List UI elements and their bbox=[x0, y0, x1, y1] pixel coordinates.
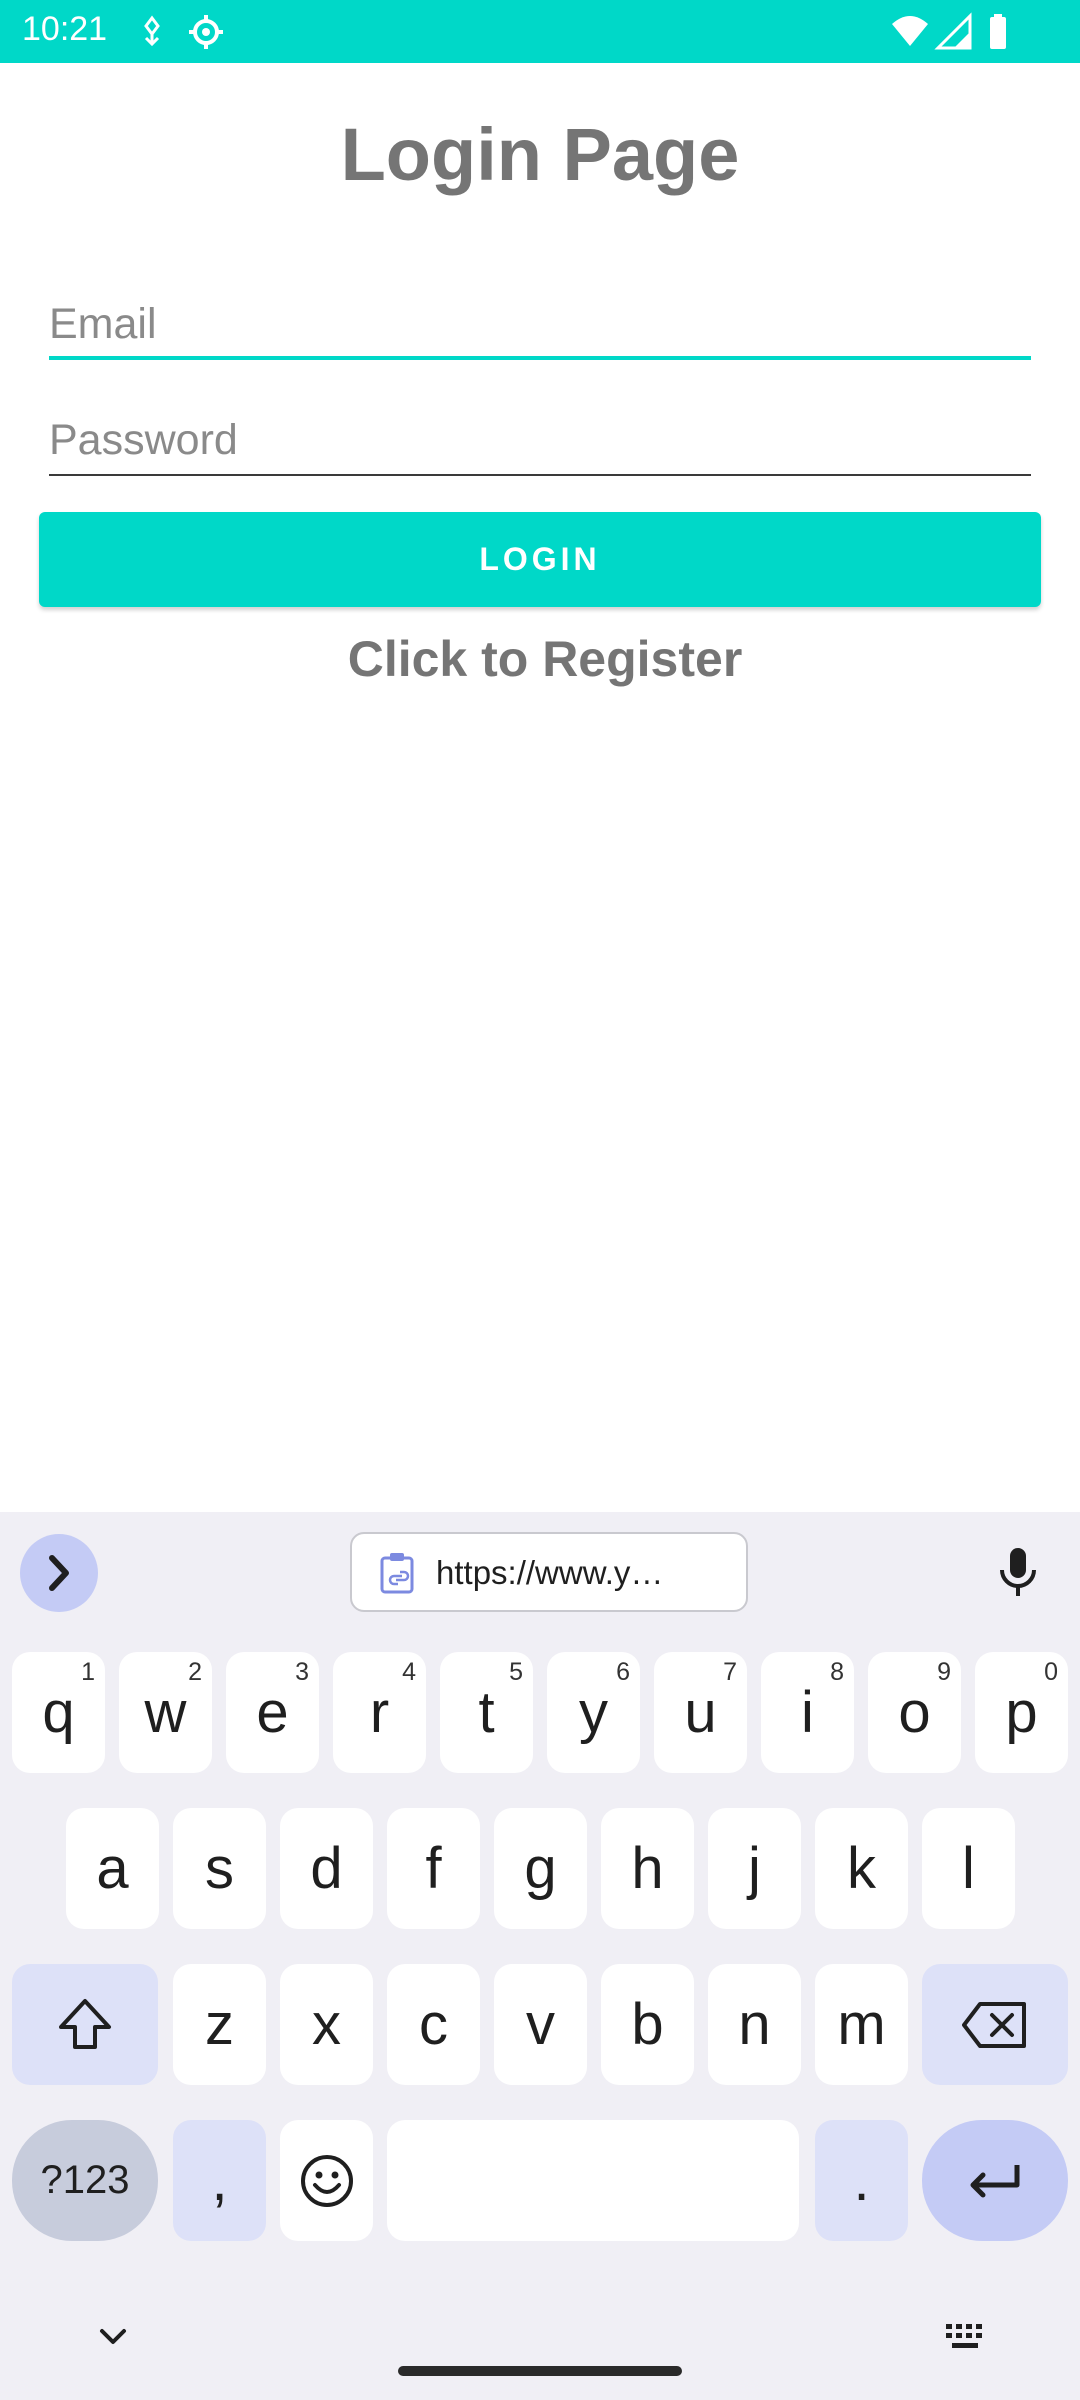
key-c[interactable]: c bbox=[387, 1964, 480, 2085]
microphone-icon[interactable] bbox=[990, 1544, 1046, 1600]
email-placeholder: Email bbox=[49, 300, 157, 348]
key-q[interactable]: q1 bbox=[12, 1652, 105, 1773]
email-field[interactable]: Email bbox=[49, 290, 1031, 360]
key-w[interactable]: w2 bbox=[119, 1652, 212, 1773]
clipboard-suggestion[interactable]: https://www.y… bbox=[350, 1532, 748, 1612]
key-k[interactable]: k bbox=[815, 1808, 908, 1929]
key-l[interactable]: l bbox=[922, 1808, 1015, 1929]
settings-gear-icon bbox=[189, 15, 223, 49]
hide-keyboard-chevron-icon[interactable] bbox=[96, 2320, 130, 2354]
status-bar: 10:21 bbox=[0, 0, 1080, 63]
home-gesture-bar[interactable] bbox=[398, 2366, 682, 2376]
key-p[interactable]: p0 bbox=[975, 1652, 1068, 1773]
chevron-right-icon bbox=[49, 1555, 69, 1591]
key-j[interactable]: j bbox=[708, 1808, 801, 1929]
soft-keyboard: https://www.y… q1 w2 e3 r4 t5 y6 u7 i8 o… bbox=[0, 1512, 1080, 2400]
backspace-icon bbox=[962, 2001, 1026, 2048]
key-x[interactable]: x bbox=[280, 1964, 373, 2085]
password-underline bbox=[49, 474, 1031, 476]
usb-debug-icon bbox=[144, 15, 160, 47]
page-title: Login Page bbox=[340, 113, 740, 196]
password-field[interactable]: Password bbox=[49, 406, 1031, 476]
shift-icon bbox=[59, 1998, 111, 2049]
key-a[interactable]: a bbox=[66, 1808, 159, 1929]
signal-icon bbox=[934, 12, 972, 50]
status-time: 10:21 bbox=[22, 10, 108, 48]
key-f[interactable]: f bbox=[387, 1808, 480, 1929]
key-b[interactable]: b bbox=[601, 1964, 694, 2085]
keyboard-switch-icon[interactable] bbox=[944, 2322, 988, 2352]
clipboard-link-icon bbox=[380, 1553, 414, 1594]
backspace-key[interactable] bbox=[922, 1964, 1068, 2085]
period-key[interactable]: . bbox=[815, 2120, 908, 2241]
key-e[interactable]: e3 bbox=[226, 1652, 319, 1773]
key-u[interactable]: u7 bbox=[654, 1652, 747, 1773]
key-s[interactable]: s bbox=[173, 1808, 266, 1929]
enter-icon bbox=[970, 2164, 1020, 2197]
key-o[interactable]: o9 bbox=[868, 1652, 961, 1773]
key-t[interactable]: t5 bbox=[440, 1652, 533, 1773]
wifi-icon bbox=[892, 16, 928, 46]
emoji-key[interactable] bbox=[280, 2120, 373, 2241]
key-g[interactable]: g bbox=[494, 1808, 587, 1929]
shift-key[interactable] bbox=[12, 1964, 158, 2085]
key-h[interactable]: h bbox=[601, 1808, 694, 1929]
key-r[interactable]: r4 bbox=[333, 1652, 426, 1773]
emoji-icon bbox=[300, 2154, 353, 2207]
key-y[interactable]: y6 bbox=[547, 1652, 640, 1773]
expand-toolbar-button[interactable] bbox=[20, 1534, 98, 1612]
key-i[interactable]: i8 bbox=[761, 1652, 854, 1773]
clipboard-text: https://www.y… bbox=[436, 1554, 664, 1591]
password-placeholder: Password bbox=[49, 416, 238, 464]
symbols-key[interactable]: ?123 bbox=[12, 2120, 158, 2241]
key-z[interactable]: z bbox=[173, 1964, 266, 2085]
key-v[interactable]: v bbox=[494, 1964, 587, 2085]
key-n[interactable]: n bbox=[708, 1964, 801, 2085]
enter-key[interactable] bbox=[922, 2120, 1068, 2241]
register-link[interactable]: Click to Register bbox=[0, 630, 1080, 688]
login-button[interactable]: LOGIN bbox=[39, 512, 1041, 607]
key-m[interactable]: m bbox=[815, 1964, 908, 2085]
battery-icon bbox=[990, 14, 1006, 49]
comma-key[interactable]: , bbox=[173, 2120, 266, 2241]
space-key[interactable] bbox=[387, 2120, 799, 2241]
email-underline bbox=[49, 356, 1031, 360]
key-d[interactable]: d bbox=[280, 1808, 373, 1929]
